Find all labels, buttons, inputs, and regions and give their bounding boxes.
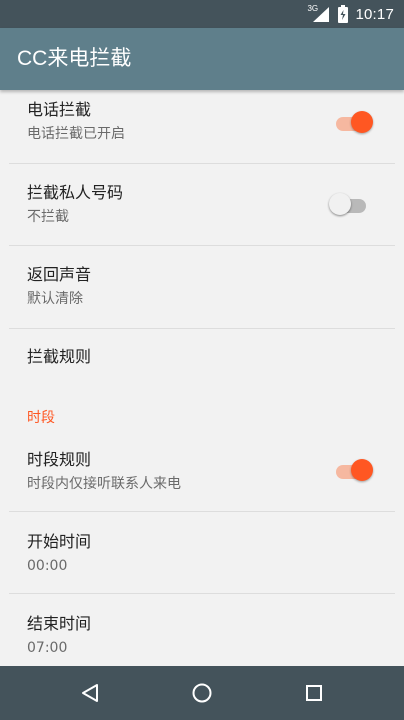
toggle-thumb (351, 459, 373, 481)
setting-summary: 默认清除 (27, 291, 83, 307)
signal-indicator: 3G (307, 5, 331, 23)
setting-title: 拦截私人号码 (27, 183, 124, 202)
setting-private-numbers[interactable]: 拦截私人号码 不拦截 (9, 164, 395, 246)
setting-return-sound[interactable]: 返回声音 默认清除 (9, 246, 395, 329)
app-title: CC来电拦截 (17, 47, 132, 70)
battery-icon (338, 5, 349, 23)
home-button[interactable] (188, 679, 216, 707)
setting-title: 结束时间 (27, 614, 92, 633)
setting-summary: 07:00 (27, 640, 68, 656)
network-type-label: 3G (307, 4, 319, 13)
setting-time-rules[interactable]: 时段规则 时段内仅接听联系人来电 (9, 438, 395, 512)
back-button[interactable] (76, 679, 104, 707)
setting-title: 时段规则 (27, 450, 92, 469)
recents-button[interactable] (300, 679, 328, 707)
back-icon (82, 684, 98, 702)
setting-call-block[interactable]: 电话拦截 电话拦截已开启 (9, 90, 395, 164)
toggle-thumb (329, 193, 351, 215)
call-block-toggle[interactable] (333, 110, 373, 134)
toggle-thumb (351, 111, 373, 133)
section-header-time: 时段 (27, 410, 55, 426)
time-rules-toggle[interactable] (333, 458, 373, 482)
status-icons: 3G 10:17 (307, 0, 394, 28)
private-numbers-toggle[interactable] (329, 192, 369, 216)
setting-summary: 00:00 (27, 558, 68, 574)
setting-title: 开始时间 (27, 532, 92, 551)
setting-start-time[interactable]: 开始时间 00:00 (9, 512, 395, 594)
setting-block-rules[interactable]: 拦截规则 (9, 329, 395, 389)
setting-summary: 电话拦截已开启 (27, 126, 125, 142)
setting-summary: 时段内仅接听联系人来电 (27, 476, 181, 492)
setting-title: 拦截规则 (27, 347, 92, 366)
home-icon (192, 683, 212, 703)
setting-summary: 不拦截 (27, 209, 69, 225)
settings-list[interactable]: 电话拦截 电话拦截已开启 拦截私人号码 不拦截 返回声音 默认清除 拦截规则 时… (0, 90, 404, 666)
setting-title: 电话拦截 (27, 100, 92, 119)
app-bar: CC来电拦截 (0, 28, 404, 90)
setting-title: 返回声音 (27, 265, 92, 284)
setting-end-time[interactable]: 结束时间 07:00 (9, 594, 395, 666)
recents-icon (306, 685, 322, 701)
navigation-bar (0, 666, 404, 720)
clock: 10:17 (355, 5, 394, 23)
status-bar: 3G 10:17 (0, 0, 404, 28)
